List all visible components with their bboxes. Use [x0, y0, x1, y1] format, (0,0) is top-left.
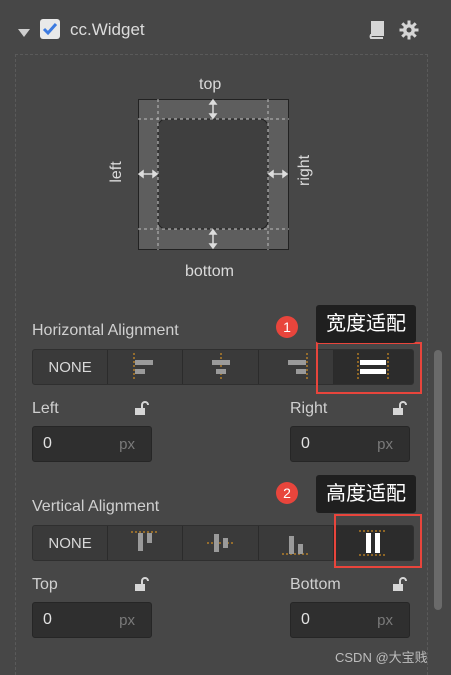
right-value: 0: [301, 435, 310, 452]
annotation-badge-2: 2: [276, 482, 298, 504]
top-input[interactable]: 0 px: [32, 602, 152, 638]
settings-gear-icon[interactable]: [399, 20, 419, 45]
h-align-none-button[interactable]: NONE: [33, 350, 109, 384]
left-label: Left: [32, 400, 59, 417]
top-lock-icon[interactable]: [133, 576, 149, 597]
align-right-icon: [287, 353, 308, 381]
highlight-box-1: [316, 342, 422, 394]
top-label: Top: [32, 576, 58, 593]
annotation-badge-1: 1: [276, 316, 298, 338]
align-left-icon: [133, 353, 154, 381]
left-input[interactable]: 0 px: [32, 426, 152, 462]
align-center-h-icon: [211, 353, 230, 381]
h-none-label: NONE: [48, 358, 92, 376]
annotation-tooltip-1: 宽度适配: [316, 305, 416, 343]
v-align-none-button[interactable]: NONE: [33, 526, 109, 560]
top-value: 0: [43, 611, 52, 628]
left-lock-icon[interactable]: [133, 400, 149, 421]
left-unit: px: [119, 436, 135, 453]
bottom-unit: px: [377, 612, 393, 629]
preview-bottom-label: bottom: [185, 263, 234, 280]
v-none-label: NONE: [48, 534, 92, 552]
align-bottom-icon: [281, 536, 310, 555]
bottom-input[interactable]: 0 px: [290, 602, 410, 638]
bottom-lock-icon[interactable]: [391, 576, 407, 597]
bottom-value: 0: [301, 611, 310, 628]
v-align-center-button[interactable]: [183, 526, 259, 560]
help-book-icon[interactable]: [366, 20, 386, 45]
preview-left-label: left: [108, 161, 125, 183]
highlight-box-2: [334, 514, 422, 568]
h-align-center-button[interactable]: [183, 350, 259, 384]
vertical-alignment-label: Vertical Alignment: [32, 498, 160, 515]
h-align-left-button[interactable]: [108, 350, 184, 384]
preview-right-label: right: [296, 154, 313, 186]
bottom-label: Bottom: [290, 576, 341, 593]
v-align-bottom-button[interactable]: [259, 526, 334, 560]
scrollbar-thumb[interactable]: [434, 350, 442, 610]
right-lock-icon[interactable]: [391, 400, 407, 421]
right-label: Right: [290, 400, 328, 417]
checkmark-icon: [42, 23, 58, 36]
right-unit: px: [377, 436, 393, 453]
align-center-v-icon: [206, 534, 235, 552]
top-unit: px: [119, 612, 135, 629]
right-input[interactable]: 0 px: [290, 426, 410, 462]
enable-checkbox[interactable]: [40, 19, 60, 39]
alignment-preview[interactable]: [138, 99, 289, 250]
annotation-tooltip-2: 高度适配: [316, 475, 416, 513]
v-align-top-button[interactable]: [108, 526, 184, 560]
preview-top-label: top: [199, 76, 222, 93]
watermark: CSDN @大宝贱: [335, 650, 428, 665]
collapse-arrow-icon[interactable]: [18, 25, 30, 43]
horizontal-alignment-label: Horizontal Alignment: [32, 322, 179, 339]
component-title: cc.Widget: [70, 20, 145, 39]
align-top-icon: [131, 531, 160, 551]
left-value: 0: [43, 435, 52, 452]
